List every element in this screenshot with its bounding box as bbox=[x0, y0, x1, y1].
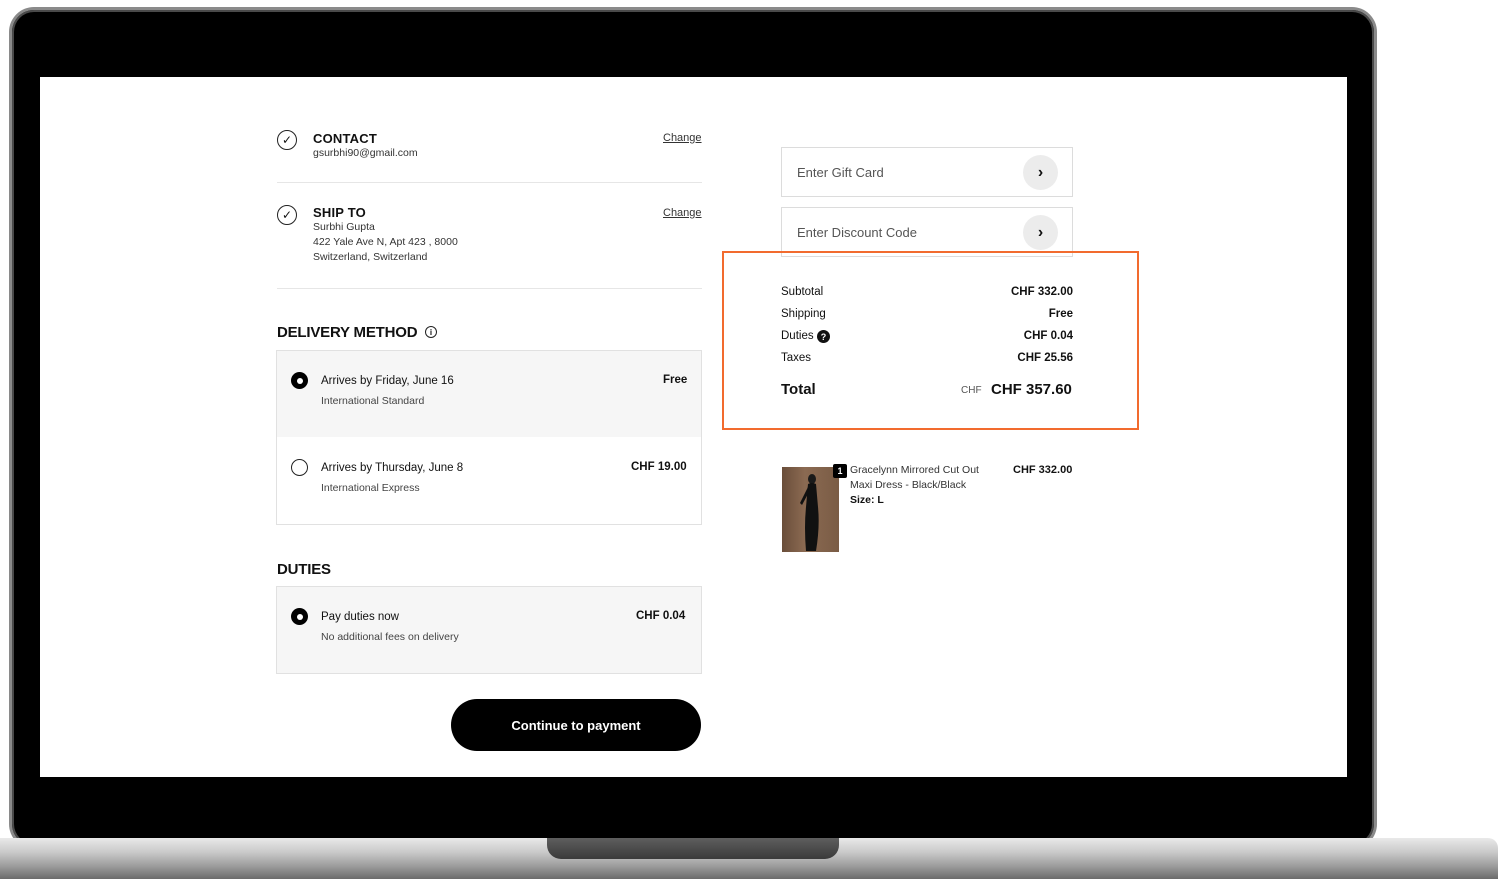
duties-radio[interactable] bbox=[291, 608, 308, 625]
duties-value: CHF 0.04 bbox=[1023, 330, 1073, 342]
gift-card-submit-chevron-icon[interactable]: › bbox=[1023, 155, 1058, 190]
ship-to-name: Surbhi Gupta bbox=[313, 221, 375, 233]
total-currency: CHF bbox=[961, 385, 982, 396]
divider bbox=[277, 288, 702, 289]
laptop-notch bbox=[547, 838, 839, 859]
duties-option-title[interactable]: Pay duties now bbox=[321, 611, 399, 623]
discount-code-placeholder[interactable]: Enter Discount Code bbox=[797, 225, 917, 240]
contact-title: CONTACT bbox=[313, 131, 377, 146]
info-icon[interactable]: i bbox=[425, 326, 437, 338]
delivery-standard-price: Free bbox=[663, 374, 688, 386]
checkout-screen: ✓ CONTACT gsurbhi90@gmail.com Change ✓ S… bbox=[40, 77, 1347, 777]
product-name-line1: Gracelynn Mirrored Cut Out bbox=[850, 464, 979, 476]
contact-check-icon: ✓ bbox=[277, 130, 297, 150]
gift-card-placeholder[interactable]: Enter Gift Card bbox=[797, 165, 884, 180]
ship-to-title: SHIP TO bbox=[313, 205, 366, 220]
duties-option-subtitle: No additional fees on delivery bbox=[321, 631, 459, 643]
duties-heading: DUTIES bbox=[277, 561, 331, 578]
product-price: CHF 332.00 bbox=[1013, 464, 1073, 476]
taxes-label: Taxes bbox=[781, 352, 812, 364]
duties-option-price: CHF 0.04 bbox=[636, 610, 686, 622]
taxes-value: CHF 25.56 bbox=[1017, 352, 1073, 364]
delivery-method-heading: DELIVERY METHOD bbox=[277, 324, 418, 341]
delivery-standard-subtitle: International Standard bbox=[321, 395, 425, 407]
subtotal-label: Subtotal bbox=[781, 286, 824, 298]
duties-option-box bbox=[276, 586, 702, 674]
subtotal-value: CHF 332.00 bbox=[1010, 286, 1073, 298]
gift-card-field[interactable]: Enter Gift Card › bbox=[781, 147, 1073, 197]
ship-to-check-icon: ✓ bbox=[277, 205, 297, 225]
delivery-standard-title[interactable]: Arrives by Friday, June 16 bbox=[321, 375, 454, 387]
delivery-standard-radio[interactable] bbox=[291, 372, 308, 389]
continue-to-payment-button[interactable]: Continue to payment bbox=[451, 699, 701, 751]
delivery-express-price: CHF 19.00 bbox=[631, 461, 687, 473]
shipping-label: Shipping bbox=[781, 308, 826, 320]
ship-to-country: Switzerland, Switzerland bbox=[313, 251, 428, 263]
delivery-express-title[interactable]: Arrives by Thursday, June 8 bbox=[321, 462, 463, 474]
delivery-express-radio[interactable] bbox=[291, 459, 308, 476]
contact-change-link[interactable]: Change bbox=[663, 132, 702, 144]
contact-email: gsurbhi90@gmail.com bbox=[313, 147, 418, 159]
product-size: Size: L bbox=[850, 494, 884, 506]
duties-help-icon[interactable]: ? bbox=[817, 330, 830, 343]
total-label: Total bbox=[781, 381, 816, 398]
delivery-express-subtitle: International Express bbox=[321, 482, 420, 494]
duties-label: Duties bbox=[781, 330, 814, 342]
ship-to-change-link[interactable]: Change bbox=[663, 207, 702, 219]
product-thumbnail bbox=[782, 467, 839, 552]
discount-submit-chevron-icon[interactable]: › bbox=[1023, 215, 1058, 250]
delivery-option-express-bg bbox=[277, 437, 701, 524]
divider bbox=[277, 182, 702, 183]
total-value: CHF 357.60 bbox=[991, 381, 1072, 398]
dress-figure-icon bbox=[800, 474, 819, 551]
shipping-value: Free bbox=[1048, 308, 1073, 320]
product-quantity-badge: 1 bbox=[833, 464, 847, 478]
discount-code-field[interactable]: Enter Discount Code › bbox=[781, 207, 1073, 257]
product-name-line2: Maxi Dress - Black/Black bbox=[850, 479, 967, 491]
ship-to-address: 422 Yale Ave N, Apt 423 , 8000 bbox=[313, 236, 458, 248]
